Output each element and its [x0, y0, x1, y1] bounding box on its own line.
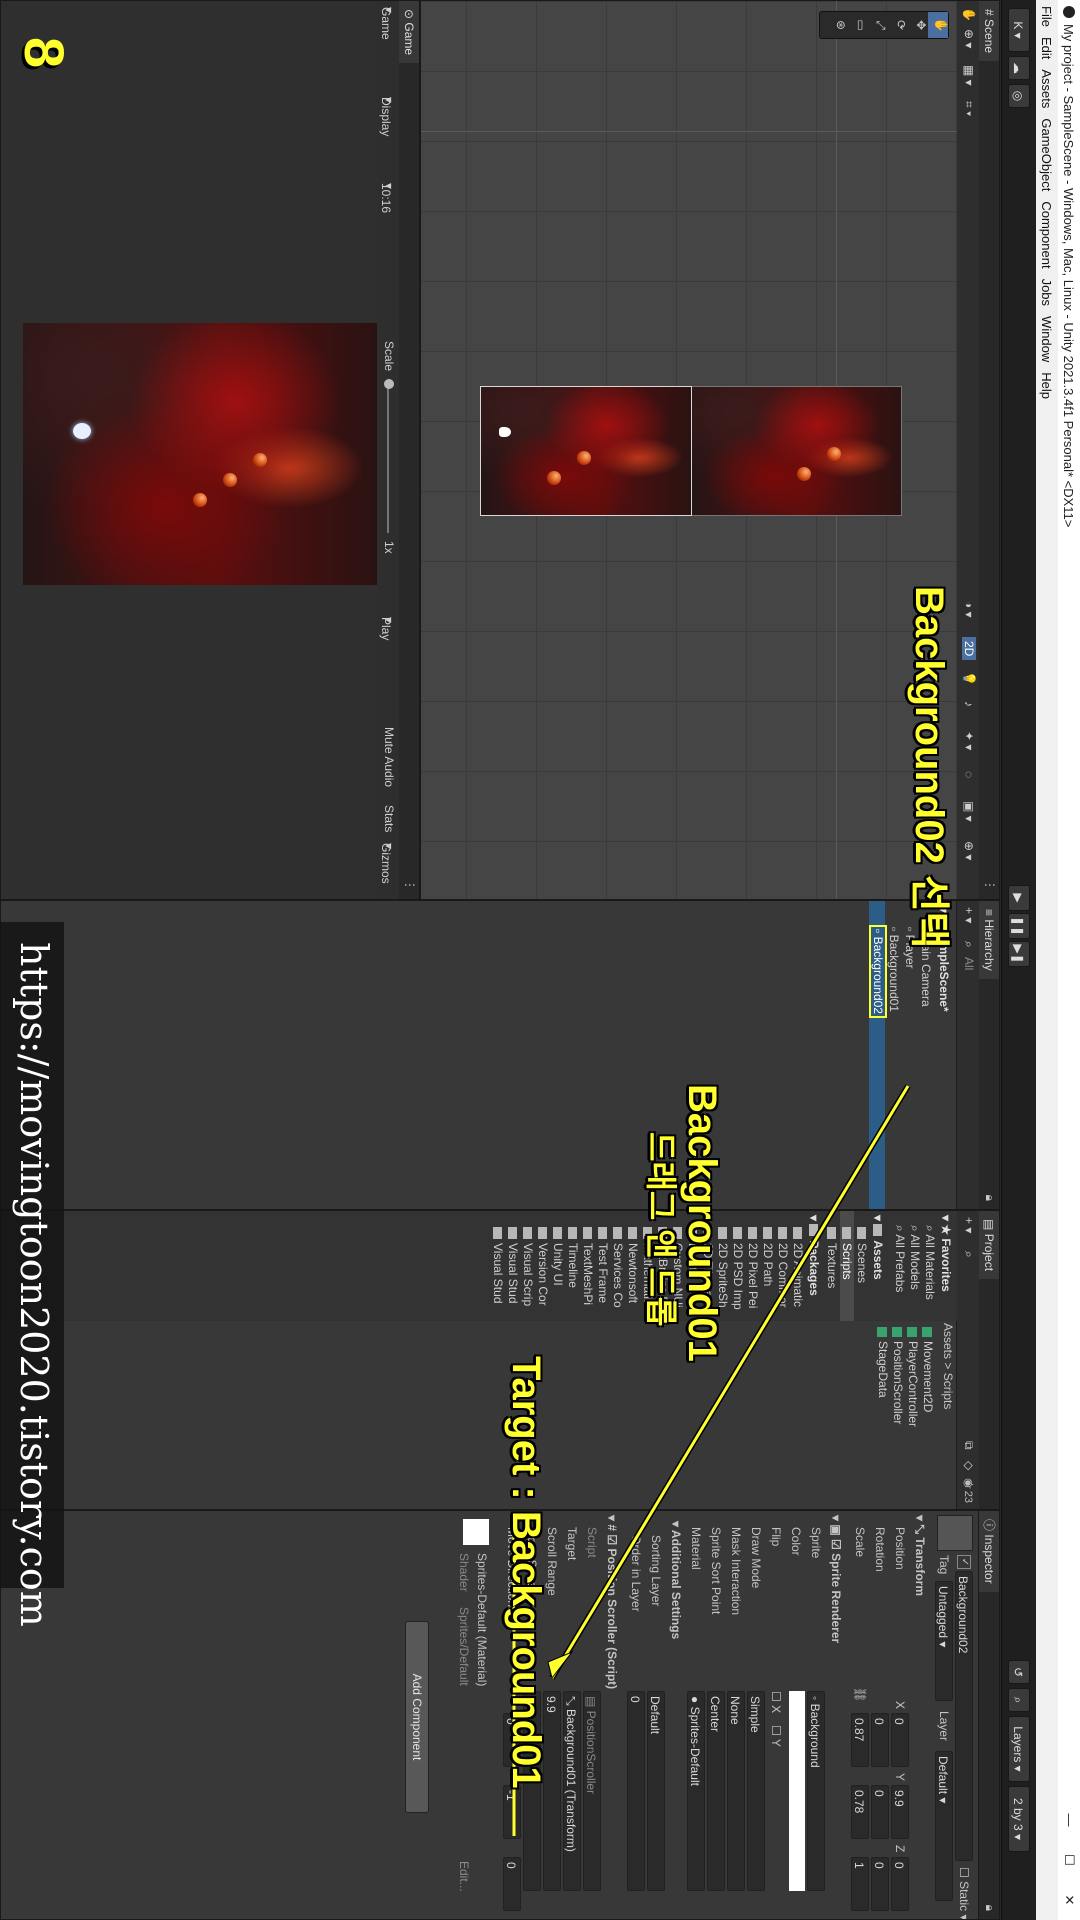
drag-arrow-head [547, 1650, 574, 1680]
drag-arrow [550, 1085, 910, 1679]
annotation-target: Target : Background01 [504, 1356, 548, 1789]
annotation-drag-and-drop: 드래그 앤 드롭 [643, 1132, 679, 1327]
watermark-url: https://movingtoon2020.tistory.com [12, 942, 56, 1627]
watermark-bar: https://movingtoon2020.tistory.com [0, 922, 64, 1627]
unity-editor-window: My project - SampleScene - Windows, Mac,… [0, 0, 1080, 1920]
annotation-select-background02: Background02 선택 [907, 586, 951, 949]
